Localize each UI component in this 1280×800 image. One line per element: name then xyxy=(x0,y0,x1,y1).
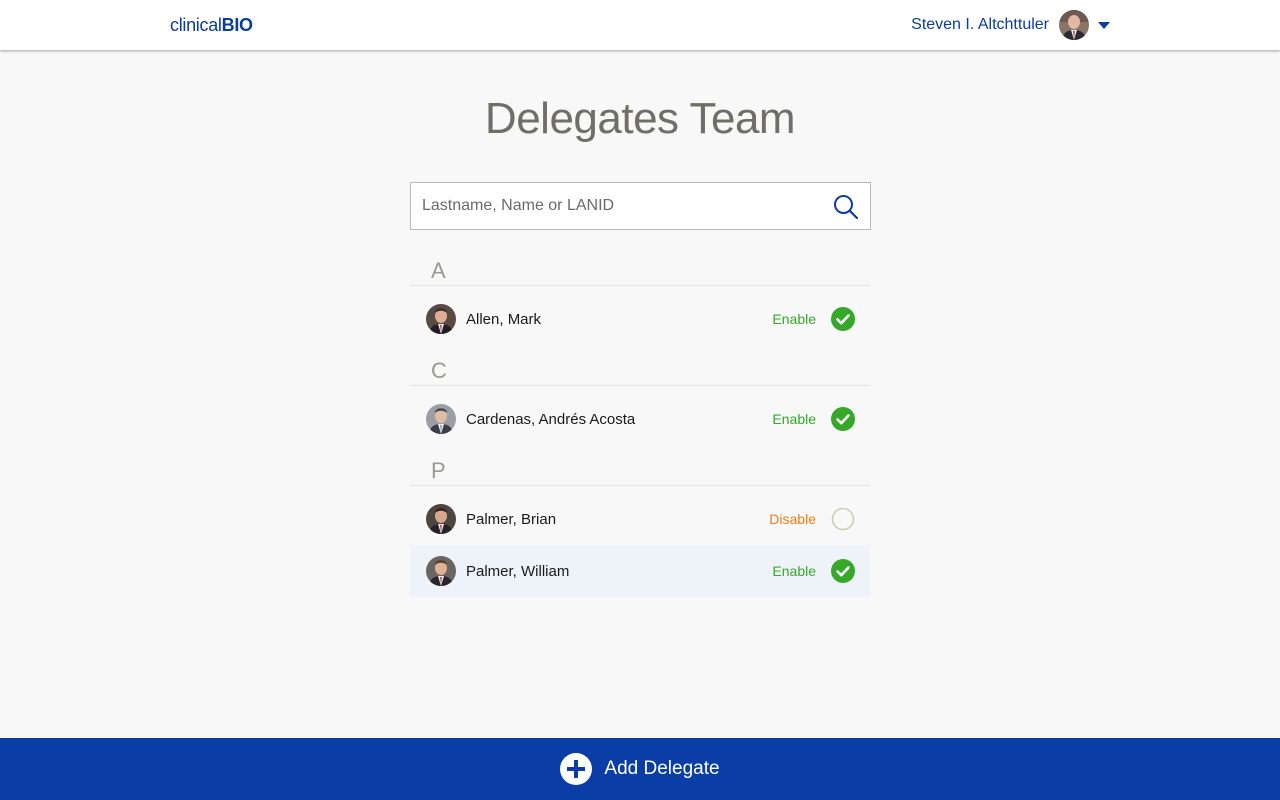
user-avatar[interactable] xyxy=(1059,10,1089,40)
plus-circle-icon xyxy=(560,753,593,785)
status-label[interactable]: Enable xyxy=(772,393,816,445)
group-header: C xyxy=(410,352,870,386)
check-circle-icon[interactable] xyxy=(831,307,855,331)
page-title: Delegates Team xyxy=(484,94,796,143)
delegate-list: A Allen, Mark Enable C Cardenas, Andrés … xyxy=(410,252,870,597)
check-circle-icon[interactable] xyxy=(831,559,855,583)
chevron-down-icon[interactable] xyxy=(1098,21,1110,29)
search-box xyxy=(410,182,871,230)
status-label[interactable]: Disable xyxy=(769,493,816,545)
group-header: A xyxy=(410,252,870,286)
delegate-row[interactable]: Cardenas, Andrés Acosta Enable xyxy=(410,393,870,445)
delegate-name: Allen, Mark xyxy=(466,310,542,328)
delegate-name: Palmer, William xyxy=(466,562,570,580)
delegate-name: Palmer, Brian xyxy=(466,510,557,528)
avatar xyxy=(426,404,456,434)
delegate-name: Cardenas, Andrés Acosta xyxy=(466,410,636,428)
search-input[interactable] xyxy=(411,183,870,229)
add-delegate-button[interactable]: Add Delegate xyxy=(0,738,1280,800)
avatar xyxy=(426,556,456,586)
status-label[interactable]: Enable xyxy=(772,293,816,345)
logo-text-light: clinical xyxy=(170,15,222,35)
empty-circle-icon[interactable] xyxy=(831,507,855,531)
group-header: P xyxy=(410,452,870,486)
user-menu[interactable]: Steven I. Altchttuler xyxy=(911,9,1110,41)
delegate-row[interactable]: Palmer, William Enable xyxy=(410,545,870,597)
user-name: Steven I. Altchttuler xyxy=(911,16,1049,33)
logo-text-bold: BIO xyxy=(221,15,253,35)
status-label[interactable]: Enable xyxy=(772,545,816,597)
app-logo[interactable]: clinicalBIO xyxy=(170,15,253,36)
top-bar: clinicalBIO Steven I. Altchttuler xyxy=(0,0,1280,50)
delegate-row[interactable]: Palmer, Brian Disable xyxy=(410,493,870,545)
avatar xyxy=(426,504,456,534)
add-delegate-label: Add Delegate xyxy=(604,758,720,779)
search-icon[interactable] xyxy=(832,193,860,221)
avatar xyxy=(426,304,456,334)
delegate-row[interactable]: Allen, Mark Enable xyxy=(410,293,870,345)
check-circle-icon[interactable] xyxy=(831,407,855,431)
